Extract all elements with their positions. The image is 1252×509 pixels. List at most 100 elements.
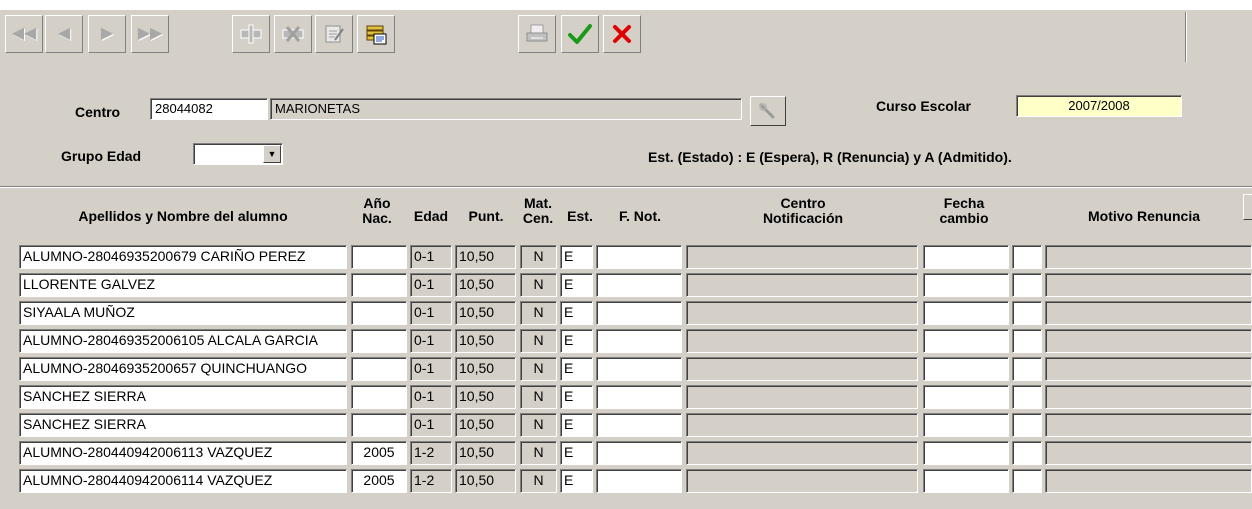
delete-record-icon	[282, 26, 304, 42]
database-button[interactable]	[357, 15, 395, 53]
prev-record-button[interactable]: ◀	[45, 15, 83, 53]
cell-estado[interactable]: E	[560, 245, 593, 269]
cell-fecha-cambio[interactable]	[923, 385, 1009, 409]
first-record-button[interactable]: ◀◀	[5, 15, 43, 53]
cell-fecha-cambio[interactable]	[923, 413, 1009, 437]
header-mat-line1: Mat.	[524, 195, 552, 211]
cell-nombre[interactable]: SANCHEZ SIERRA	[19, 385, 347, 409]
database-icon	[366, 25, 387, 45]
next-record-button[interactable]: ▶	[88, 15, 126, 53]
cell-anio-nac[interactable]	[351, 329, 407, 353]
cell-anio-nac[interactable]: 2005	[351, 441, 407, 465]
header-fecha-cambio: Fecha cambio	[922, 196, 1006, 226]
cell-anio-nac[interactable]	[351, 273, 407, 297]
cell-flag[interactable]	[1012, 469, 1042, 493]
first-record-icon: ◀◀	[11, 25, 37, 42]
cell-centro-notificacion	[686, 245, 918, 269]
cell-fecha-cambio[interactable]	[923, 357, 1009, 381]
cell-edad: 0-1	[410, 301, 452, 325]
cell-anio-nac[interactable]	[351, 301, 407, 325]
cell-mat-cen: N	[520, 385, 557, 409]
cell-fecha-notificacion[interactable]	[596, 357, 682, 381]
cell-nombre[interactable]: ALUMNO-280469352006105 ALCALA GARCIA	[19, 329, 347, 353]
cell-estado[interactable]: E	[560, 413, 593, 437]
cell-anio-nac[interactable]	[351, 357, 407, 381]
cell-anio-nac[interactable]	[351, 245, 407, 269]
cell-fecha-notificacion[interactable]	[596, 273, 682, 297]
accept-button[interactable]	[561, 15, 599, 53]
edit-note-button[interactable]	[315, 15, 353, 53]
print-button[interactable]	[518, 15, 556, 53]
grupo-edad-dropdown-button[interactable]: ▼	[263, 145, 281, 163]
cell-anio-nac[interactable]: 2005	[351, 469, 407, 493]
header-anio-line2: Nac.	[362, 210, 392, 226]
cell-estado[interactable]: E	[560, 301, 593, 325]
cell-fecha-notificacion[interactable]	[596, 413, 682, 437]
centro-search-button[interactable]	[750, 96, 786, 126]
print-icon	[526, 24, 548, 42]
cell-estado[interactable]: E	[560, 441, 593, 465]
header-punt: Punt.	[468, 208, 504, 224]
application-window: ◀◀ ◀ ▶ ▶▶ Centro 28044082 MARIONETAS Cur…	[0, 0, 1252, 509]
cell-flag[interactable]	[1012, 357, 1042, 381]
cell-centro-notificacion	[686, 273, 918, 297]
grid-scroll-button[interactable]	[1243, 194, 1252, 220]
cell-flag[interactable]	[1012, 441, 1042, 465]
cell-fecha-notificacion[interactable]	[596, 385, 682, 409]
cell-estado[interactable]: E	[560, 329, 593, 353]
cell-flag[interactable]	[1012, 245, 1042, 269]
insert-record-icon	[240, 24, 262, 44]
cancel-button[interactable]	[603, 15, 641, 53]
cell-fecha-cambio[interactable]	[923, 301, 1009, 325]
cell-mat-cen: N	[520, 469, 557, 493]
cell-anio-nac[interactable]	[351, 413, 407, 437]
header-centro-line1: Centro	[780, 195, 826, 211]
cell-estado[interactable]: E	[560, 357, 593, 381]
insert-record-button[interactable]	[232, 15, 270, 53]
cell-nombre[interactable]: ALUMNO-280440942006113 VAZQUEZ	[19, 441, 347, 465]
last-record-icon: ▶▶	[137, 25, 163, 42]
header-nombre: Apellidos y Nombre del alumno	[78, 208, 288, 224]
cell-edad: 0-1	[410, 385, 452, 409]
cell-flag[interactable]	[1012, 273, 1042, 297]
header-est: Est.	[567, 208, 593, 224]
cell-anio-nac[interactable]	[351, 385, 407, 409]
delete-record-button[interactable]	[274, 15, 312, 53]
grid-divider	[0, 186, 1252, 188]
header-centro-notificacion: Centro Notificación	[688, 196, 918, 226]
cell-fecha-cambio[interactable]	[923, 245, 1009, 269]
cell-fecha-notificacion[interactable]	[596, 301, 682, 325]
cell-estado[interactable]: E	[560, 385, 593, 409]
cell-fecha-cambio[interactable]	[923, 441, 1009, 465]
cell-fecha-cambio[interactable]	[923, 329, 1009, 353]
cell-flag[interactable]	[1012, 301, 1042, 325]
cell-fecha-notificacion[interactable]	[596, 469, 682, 493]
cell-puntuacion: 10,50	[455, 441, 516, 465]
cell-fecha-notificacion[interactable]	[596, 245, 682, 269]
cell-flag[interactable]	[1012, 385, 1042, 409]
cell-motivo-renuncia	[1045, 385, 1252, 409]
header-anio: Año Nac.	[350, 196, 404, 226]
cell-nombre[interactable]: ALUMNO-28046935200679 CARIÑO PEREZ	[19, 245, 347, 269]
chevron-down-icon: ▼	[267, 149, 277, 159]
header-mat-line2: Cen.	[522, 210, 554, 226]
cell-flag[interactable]	[1012, 413, 1042, 437]
cell-centro-notificacion	[686, 469, 918, 493]
cell-fecha-cambio[interactable]	[923, 469, 1009, 493]
cell-estado[interactable]: E	[560, 469, 593, 493]
cell-fecha-notificacion[interactable]	[596, 329, 682, 353]
toolbar-status-panel	[1185, 12, 1244, 62]
cell-nombre[interactable]: SANCHEZ SIERRA	[19, 413, 347, 437]
cell-nombre[interactable]: ALUMNO-280440942006114 VAZQUEZ	[19, 469, 347, 493]
cancel-x-icon	[613, 25, 631, 43]
cell-flag[interactable]	[1012, 329, 1042, 353]
centro-code-input[interactable]: 28044082	[150, 98, 268, 120]
cell-edad: 1-2	[410, 469, 452, 493]
last-record-button[interactable]: ▶▶	[131, 15, 169, 53]
cell-estado[interactable]: E	[560, 273, 593, 297]
cell-nombre[interactable]: LLORENTE GALVEZ	[19, 273, 347, 297]
cell-nombre[interactable]: SIYAALA MUÑOZ	[19, 301, 347, 325]
cell-nombre[interactable]: ALUMNO-28046935200657 QUINCHUANGO	[19, 357, 347, 381]
cell-fecha-cambio[interactable]	[923, 273, 1009, 297]
cell-fecha-notificacion[interactable]	[596, 441, 682, 465]
